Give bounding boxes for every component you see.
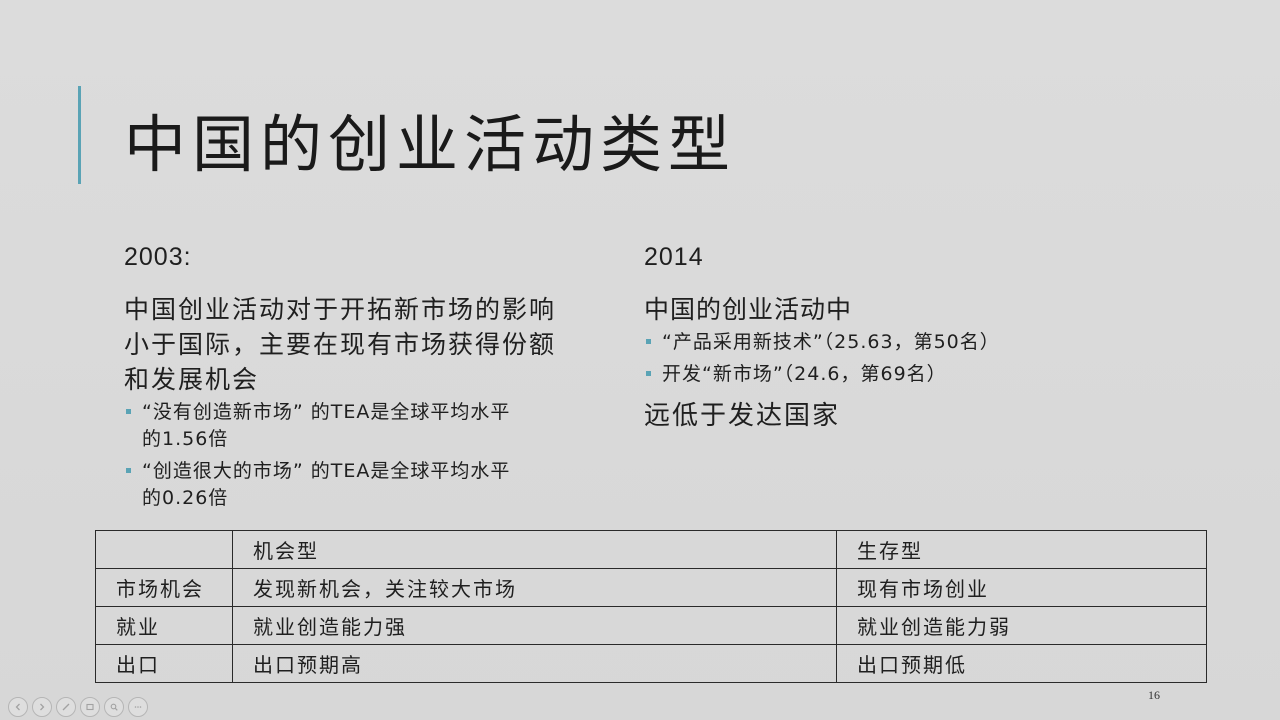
table-cell: 出口预期高	[232, 644, 837, 683]
table-header-cell: 机会型	[232, 530, 837, 569]
slide-title: 中国的创业活动类型	[124, 108, 737, 181]
table-cell: 出口	[95, 644, 233, 683]
bullet-icon	[126, 409, 131, 414]
zoom-icon[interactable]	[104, 697, 124, 717]
table-header-row: 机会型 生存型	[95, 530, 1207, 569]
page-number: 16	[1148, 688, 1160, 702]
right-conclusion: 远低于发达国家	[644, 401, 841, 431]
year-2003-heading: 2003:	[124, 243, 192, 271]
bullet-text-line: 的0.26倍	[142, 487, 229, 509]
right-bullet-list: “产品采用新技术”（25.63，第50名） 开发“新市场”（24.6，第69名）	[644, 329, 1104, 388]
bullet-text-line: “没有创造新市场” 的TEA是全球平均水平	[142, 401, 511, 423]
bullet-icon	[646, 339, 651, 344]
table-header-cell	[95, 530, 233, 569]
right-bullet-item: “产品采用新技术”（25.63，第50名）	[644, 329, 1104, 356]
bullet-text-line: 的1.56倍	[142, 428, 229, 450]
next-icon[interactable]	[32, 697, 52, 717]
left-lead-line: 和发展机会	[124, 365, 260, 394]
bullet-text: 开发“新市场”（24.6，第69名）	[662, 363, 947, 385]
year-2014-heading: 2014	[644, 243, 704, 271]
left-lead-text: 中国创业活动对于开拓新市场的影响 小于国际，主要在现有市场获得份额 和发展机会	[124, 292, 604, 397]
table-cell: 就业创造能力弱	[836, 606, 1207, 645]
bullet-icon	[646, 371, 651, 376]
table-row: 就业 就业创造能力强 就业创造能力弱	[95, 606, 1207, 645]
left-lead-line: 中国创业活动对于开拓新市场的影响	[124, 295, 557, 324]
left-lead-line: 小于国际，主要在现有市场获得份额	[124, 330, 557, 359]
left-column: 2003: 中国创业活动对于开拓新市场的影响 小于国际，主要在现有市场获得份额 …	[124, 240, 604, 517]
table-cell: 出口预期低	[836, 644, 1207, 683]
more-icon[interactable]	[128, 697, 148, 717]
right-column: 2014 中国的创业活动中 “产品采用新技术”（25.63，第50名） 开发“新…	[644, 240, 1104, 434]
title-accent-bar	[78, 86, 81, 184]
table-row: 市场机会 发现新机会，关注较大市场 现有市场创业	[95, 568, 1207, 607]
table-cell: 现有市场创业	[836, 568, 1207, 607]
table-cell: 市场机会	[95, 568, 233, 607]
table-header-cell: 生存型	[836, 530, 1207, 569]
slide: 中国的创业活动类型 2003: 中国创业活动对于开拓新市场的影响 小于国际，主要…	[0, 0, 1280, 720]
slideshow-toolbar	[8, 697, 148, 717]
right-bullet-item: 开发“新市场”（24.6，第69名）	[644, 361, 1104, 388]
table-cell: 发现新机会，关注较大市场	[232, 568, 837, 607]
slides-icon[interactable]	[80, 697, 100, 717]
left-bullet-item: “创造很大的市场” 的TEA是全球平均水平 的0.26倍	[124, 458, 604, 512]
left-bullet-item: “没有创造新市场” 的TEA是全球平均水平 的1.56倍	[124, 399, 604, 453]
entrepreneurship-types-table: 机会型 生存型 市场机会 发现新机会，关注较大市场 现有市场创业 就业 就业创造…	[95, 530, 1207, 683]
bullet-icon	[126, 468, 131, 473]
right-lead-text: 中国的创业活动中	[644, 295, 853, 324]
left-bullet-list: “没有创造新市场” 的TEA是全球平均水平 的1.56倍 “创造很大的市场” 的…	[124, 399, 604, 512]
table-cell: 就业	[95, 606, 233, 645]
bullet-text-line: “创造很大的市场” 的TEA是全球平均水平	[142, 460, 511, 482]
pen-icon[interactable]	[56, 697, 76, 717]
table-row: 出口 出口预期高 出口预期低	[95, 644, 1207, 683]
table-cell: 就业创造能力强	[232, 606, 837, 645]
prev-icon[interactable]	[8, 697, 28, 717]
bullet-text: “产品采用新技术”（25.63，第50名）	[662, 331, 1000, 353]
